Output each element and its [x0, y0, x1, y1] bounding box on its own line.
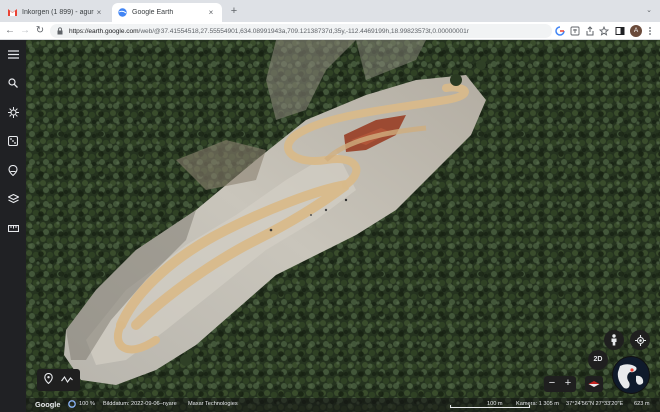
satellite-imagery: [26, 40, 660, 412]
search-icon[interactable]: [5, 75, 21, 91]
browser-toolbar: ← → ↻ https://earth.google.com/web/@37.4…: [0, 22, 660, 40]
status-bar: Google 100 % Bilddatum: 2022-09-06–nyare…: [26, 398, 660, 412]
more-menu-icon[interactable]: [644, 25, 656, 37]
camera-altitude: Kamera: 1 305 m: [516, 401, 559, 407]
map-style-icon[interactable]: [5, 191, 21, 207]
tab-search-icon[interactable]: ⌄: [646, 6, 652, 14]
zoom-out-button[interactable]: −: [544, 376, 560, 392]
google-earth-icon: [118, 8, 127, 17]
url-path: /web/@37.41554518,27.55554901,634.089919…: [138, 27, 469, 35]
street-view-pegman-icon[interactable]: [604, 330, 624, 350]
google-lens-icon[interactable]: [554, 25, 566, 37]
bookmark-star-icon[interactable]: [598, 25, 610, 37]
add-path-icon[interactable]: [61, 371, 73, 389]
url-origin: https://earth.google.com: [69, 27, 139, 35]
my-location-icon[interactable]: [630, 330, 650, 350]
loading-indicator-icon: [68, 400, 76, 410]
zoom-in-button[interactable]: +: [560, 376, 576, 392]
forward-button[interactable]: →: [18, 24, 32, 38]
globe-minimap[interactable]: [612, 356, 650, 394]
measure-icon[interactable]: [5, 220, 21, 236]
left-rail: [0, 40, 26, 412]
tab-title: Inkorgen (1 899) - agurgun@gmail.com: [22, 9, 94, 16]
projects-icon[interactable]: [5, 162, 21, 178]
tab-gmail[interactable]: Inkorgen (1 899) - agurgun@gmail.com ×: [2, 3, 110, 22]
map-tools-group: [37, 369, 80, 391]
add-placemark-icon[interactable]: [44, 371, 53, 389]
profile-avatar[interactable]: A: [630, 25, 642, 37]
share-icon[interactable]: [584, 25, 596, 37]
scale-label: 100 m: [487, 401, 503, 407]
earth-3d-view[interactable]: [26, 40, 660, 412]
cursor-coordinates: 37°24'56"N 27°33'20"E: [566, 401, 624, 407]
browser-window: Inkorgen (1 899) - agurgun@gmail.com × G…: [0, 0, 660, 412]
cursor-elevation: 623 m: [634, 401, 650, 407]
voyager-icon[interactable]: [5, 104, 21, 120]
tab-title: Google Earth: [132, 9, 174, 16]
google-logo: Google: [35, 400, 61, 409]
translate-icon[interactable]: [569, 25, 581, 37]
imagery-date: Bilddatum: 2022-09-06–nyare: [103, 401, 177, 407]
reload-button[interactable]: ↻: [33, 24, 47, 38]
zoom-controls: − +: [544, 376, 576, 392]
lock-icon: [57, 27, 63, 35]
url-text: https://earth.google.com/web/@37.4155451…: [69, 28, 552, 35]
tab-strip: Inkorgen (1 899) - agurgun@gmail.com × G…: [0, 0, 660, 22]
toggle-2d-button[interactable]: 2D: [588, 350, 608, 370]
gmail-icon: [8, 8, 17, 17]
close-icon[interactable]: ×: [206, 8, 216, 17]
new-tab-button[interactable]: +: [227, 4, 241, 18]
feeling-lucky-icon[interactable]: [5, 133, 21, 149]
close-icon[interactable]: ×: [94, 8, 104, 17]
tab-google-earth[interactable]: Google Earth ×: [112, 3, 222, 22]
imagery-provider[interactable]: Maxar Technologies: [188, 401, 238, 407]
back-button[interactable]: ←: [3, 24, 17, 38]
side-panel-icon[interactable]: [614, 25, 626, 37]
address-bar[interactable]: https://earth.google.com/web/@37.4155451…: [50, 24, 552, 38]
menu-icon[interactable]: [5, 46, 21, 62]
compass-icon[interactable]: [585, 376, 603, 392]
zoom-percent: 100 %: [79, 401, 95, 407]
